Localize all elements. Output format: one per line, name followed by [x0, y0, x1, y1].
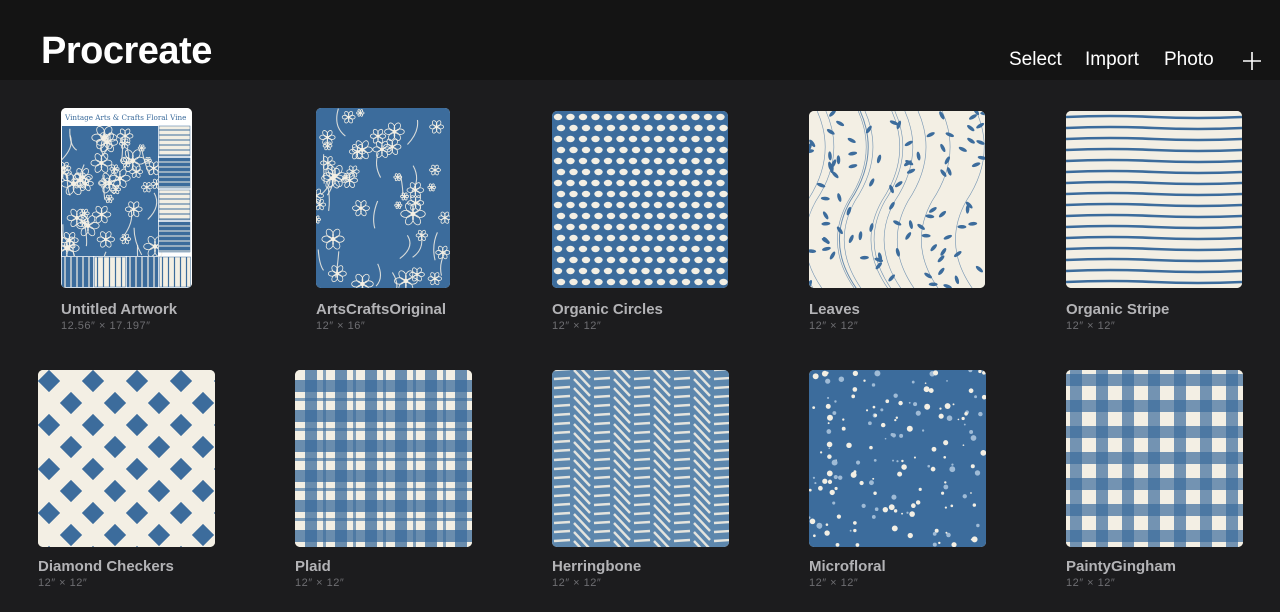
artwork-thumbnail[interactable] [295, 370, 472, 547]
artwork-dimensions: 12″ × 12″ [552, 320, 602, 332]
artwork-thumbnail[interactable] [316, 108, 450, 288]
artwork-name: Organic Stripe [1066, 301, 1170, 318]
artwork-dimensions: 12″ × 12″ [38, 577, 88, 589]
artwork-name: Untitled Artwork [61, 301, 178, 318]
artwork-dimensions: 12″ × 12″ [809, 320, 859, 332]
artwork-dimensions: 12″ × 12″ [809, 577, 859, 589]
thumbnail-title-text: Vintage Arts & Crafts Floral Vine [64, 113, 186, 122]
artwork-dimensions: 12.56″ × 17.197″ [61, 320, 151, 332]
artwork-dimensions: 12″ × 12″ [1066, 577, 1116, 589]
artwork-gallery: Vintage Arts & Crafts Floral Vine Untitl… [0, 80, 1280, 612]
artwork-thumbnail[interactable] [1066, 370, 1243, 547]
artwork-thumbnail[interactable] [552, 111, 728, 288]
artwork-name: Diamond Checkers [38, 558, 174, 575]
artwork-dimensions: 12″ × 12″ [552, 577, 602, 589]
artwork-thumbnail[interactable] [809, 370, 986, 547]
artwork-name: ArtsCraftsOriginal [316, 301, 447, 318]
import-button[interactable]: Import [1085, 49, 1139, 71]
artwork-thumbnail[interactable] [1066, 111, 1242, 288]
plus-icon[interactable] [1242, 51, 1262, 71]
artwork-name: PaintyGingham [1066, 558, 1177, 575]
artwork-thumbnail[interactable]: Vintage Arts & Crafts Floral Vine [61, 108, 192, 288]
artwork-name: Leaves [809, 301, 860, 318]
artwork-name: Organic Circles [552, 301, 663, 318]
photo-button[interactable]: Photo [1164, 49, 1214, 71]
artwork-thumbnail[interactable] [552, 370, 729, 547]
app-title: Procreate [41, 30, 212, 72]
artwork-dimensions: 12″ × 16″ [316, 320, 366, 332]
artwork-dimensions: 12″ × 12″ [295, 577, 345, 589]
artwork-name: Plaid [295, 558, 331, 575]
artwork-name: Herringbone [552, 558, 642, 575]
artwork-dimensions: 12″ × 12″ [1066, 320, 1116, 332]
select-button[interactable]: Select [1009, 49, 1062, 71]
artwork-thumbnail[interactable] [809, 111, 985, 288]
artwork-thumbnail[interactable] [38, 370, 215, 547]
top-bar: Procreate Select Import Photo [0, 0, 1280, 80]
artwork-name: Microfloral [809, 558, 886, 575]
